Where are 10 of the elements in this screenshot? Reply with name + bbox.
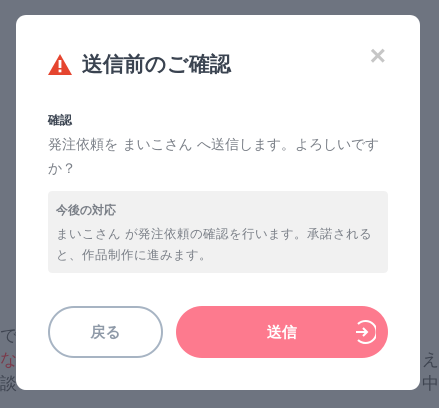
section-label: 確認 bbox=[48, 112, 74, 129]
back-button[interactable]: 戻る bbox=[48, 306, 163, 358]
info-title: 今後の対応 bbox=[56, 202, 117, 219]
close-button[interactable]: × bbox=[366, 41, 390, 71]
message-text: 発注依頼を まいこさん へ送信します。よろしいですか？ bbox=[48, 136, 380, 179]
background-text: な bbox=[0, 350, 17, 370]
info-text: まいこさん が発注依頼の確認を行います。承諾されると、作品制作に進みます。 bbox=[56, 225, 373, 264]
dialog-title: 送信前のご確認 bbox=[82, 51, 231, 78]
warning-icon bbox=[48, 54, 72, 74]
send-button[interactable]: 送信 bbox=[176, 306, 388, 358]
